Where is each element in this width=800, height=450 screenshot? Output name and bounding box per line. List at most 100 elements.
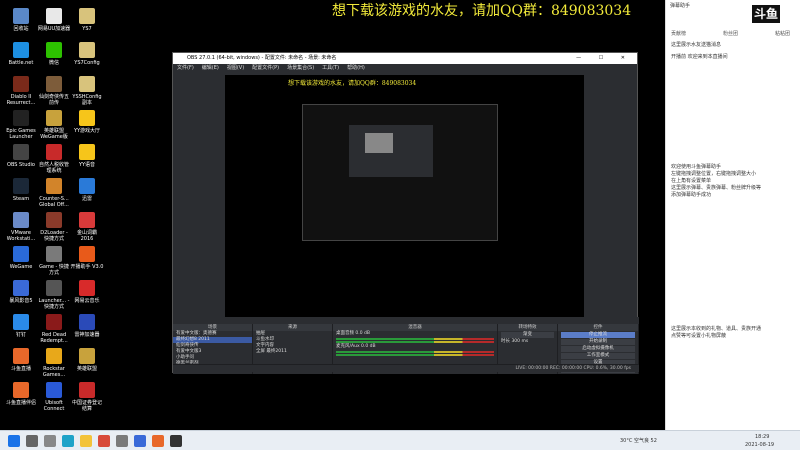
desktop-icon[interactable]: YS7 (70, 8, 104, 32)
desktop-icon[interactable]: 开播助手 V3.0 (70, 246, 104, 270)
desktop-icon[interactable]: YSSHConfig 副本 (70, 76, 104, 106)
desktop-icon[interactable]: 英雄联盟 (70, 348, 104, 372)
duration-label: 时长 (501, 339, 510, 344)
chat-tab[interactable]: 粘粘团 (775, 30, 790, 37)
desktop-icon[interactable]: YY语音 (70, 144, 104, 168)
app-icon (79, 8, 95, 24)
desktop-icon[interactable]: 自然人税收管理系统 (37, 144, 71, 174)
sources-title: 来源 (253, 324, 332, 331)
desktop-icon[interactable]: Game - 快捷方式 (37, 246, 71, 276)
search-icon[interactable] (26, 435, 38, 447)
control-button[interactable]: 停止推流 (561, 332, 635, 338)
desktop-icon-label: Rockstar Games... (42, 366, 66, 378)
app2-icon[interactable] (134, 435, 146, 447)
desktop-icon[interactable]: VMware Workstati... (4, 212, 38, 242)
desktop-icon[interactable]: Red Dead Redempt... (37, 314, 71, 344)
desktop-icon-label: OBS Studio (7, 162, 35, 168)
desktop-icon[interactable]: 微信 (37, 42, 71, 66)
desktop-icon[interactable]: 回收站 (4, 8, 38, 32)
desktop-icon-label: 微信 (48, 60, 59, 66)
desktop-icon[interactable]: YS7Config (70, 42, 104, 66)
desktop-icon[interactable]: Battle.net (4, 42, 38, 66)
volume-meter (336, 338, 494, 340)
obs-titlebar[interactable]: OBS 27.0.1 (64-bit, windows) - 配置文件: 未命名… (173, 53, 637, 64)
source-item[interactable]: 全屏 最终2011 (253, 349, 332, 355)
menu-item[interactable]: 工具(T) (322, 65, 339, 71)
clock-date[interactable]: 2021-08-19 (745, 442, 774, 448)
desktop-icon[interactable]: 英雄联盟 WeGame版 (37, 110, 71, 140)
app-icon (79, 178, 95, 194)
app-icon (13, 314, 29, 330)
app-icon (46, 314, 62, 330)
menu-item[interactable]: 配置文件(P) (252, 65, 279, 71)
control-button[interactable]: 工作室模式 (561, 353, 635, 359)
volume-meter (336, 351, 494, 353)
edge-icon[interactable] (62, 435, 74, 447)
app-icon (13, 348, 29, 364)
desktop-icon[interactable]: Epic Games Launcher (4, 110, 38, 140)
desktop-icon[interactable]: 网易云音乐 (70, 280, 104, 304)
desktop-icon[interactable]: 斗鱼直播 (4, 348, 38, 372)
clock-time[interactable]: 18:29 (755, 434, 769, 440)
menu-item[interactable]: 视图(V) (227, 65, 244, 71)
desktop-icon-label: Ubisoft Connect (43, 400, 65, 412)
chat-tab[interactable]: 贡献榜 (671, 30, 686, 37)
desktop-icon-label: 斗鱼直播 (10, 366, 31, 372)
desktop-icon[interactable]: 网易UU加速器 (37, 8, 71, 32)
desktop-icon[interactable]: OBS Studio (4, 144, 38, 168)
menu-item[interactable]: 文件(F) (177, 65, 194, 71)
weather[interactable]: 30°C 空气良 52 (620, 437, 657, 444)
explorer-icon[interactable] (80, 435, 92, 447)
windows-taskbar: 30°C 空气良 52 18:29 2021-08-19 (0, 430, 800, 450)
desktop-icon[interactable]: D2Loader - 快捷方式 (37, 212, 71, 242)
desktop-icon-label: YY语音 (78, 162, 96, 168)
desktop-icon[interactable]: Launcher... - 快捷方式 (37, 280, 71, 310)
app-icon (46, 178, 62, 194)
duration-value: 300 ms (511, 339, 529, 344)
desktop-icon[interactable]: Ubisoft Connect (37, 382, 71, 412)
app3-icon[interactable] (152, 435, 164, 447)
danmu-panel: 弹幕助手 斗鱼 贡献榜 粉丝团 粘粘团 这里展示水友送猫消息 开播前 欢迎来到本直播间… (665, 0, 800, 430)
obs-window: OBS 27.0.1 (64-bit, windows) - 配置文件: 未命名… (172, 52, 639, 374)
start-icon[interactable] (8, 435, 20, 447)
chat-message: 添加弹幕助手成功 (671, 192, 712, 198)
menu-item[interactable]: 场景集合(S) (287, 65, 314, 71)
desktop-icon-label: 暴风影音5 (9, 298, 33, 304)
desktop-icon[interactable]: Diablo II Resurrect... (4, 76, 38, 106)
desktop-icon[interactable]: 钉钉 (4, 314, 38, 338)
chat-message: 左键拖拽调整位置，右键拖拽调整大小 (671, 171, 757, 177)
desktop-icon[interactable]: Counter-S... Global Off... (37, 178, 71, 208)
desktop-icon[interactable]: Steam (4, 178, 38, 202)
desktop-icon[interactable]: 仙剑奇侠传五前传 (37, 76, 71, 106)
obs-menubar: 文件(F) 编辑(E) 视图(V) 配置文件(P) 场景集合(S) 工具(T) 帮助(H) (173, 64, 637, 73)
transition-select[interactable]: 渐变 (501, 332, 554, 338)
duration-row[interactable]: 时长 300 ms (498, 339, 557, 345)
desktop-icon[interactable]: 斗鱼直播伴侣 (4, 382, 38, 406)
desktop-icon-label: YS7 (82, 26, 92, 32)
control-button[interactable]: 启动虚拟摄像机 (561, 346, 635, 352)
desktop-icon[interactable]: 雷神加速器 (70, 314, 104, 338)
chrome-icon[interactable] (98, 435, 110, 447)
task-view-icon[interactable] (44, 435, 56, 447)
chat-message: 在上角有设置菜单 (671, 178, 712, 184)
app-icon (79, 348, 95, 364)
desktop-icon-label: Launcher... - 快捷方式 (38, 298, 70, 310)
desktop-icon[interactable]: WeGame (4, 246, 38, 270)
menu-item[interactable]: 编辑(E) (202, 65, 219, 71)
window-controls[interactable]: — ☐ ✕ (576, 53, 633, 64)
control-button[interactable]: 开始录制 (561, 339, 635, 345)
chat-tab[interactable]: 粉丝团 (723, 30, 738, 37)
desktop-icon[interactable]: 金山词霸 2016 (70, 212, 104, 242)
desktop-icon[interactable]: 中国证券登记结算 (70, 382, 104, 412)
desktop-icon[interactable]: YY游戏大厅 (70, 110, 104, 134)
obs-icon[interactable] (170, 435, 182, 447)
obs-preview[interactable]: 想下载该游戏的水友，请加QQ群：849083034 (225, 75, 634, 346)
douyu-logo: 斗鱼 (752, 5, 780, 23)
app1-icon[interactable] (116, 435, 128, 447)
desktop-icon[interactable]: 迅雷 (70, 178, 104, 202)
desktop-icon-label: Red Dead Redempt... (40, 332, 68, 344)
mixer-title: 混音器 (333, 324, 497, 331)
menu-item[interactable]: 帮助(H) (347, 65, 365, 71)
desktop-icon[interactable]: 暴风影音5 (4, 280, 38, 304)
desktop-icon[interactable]: Rockstar Games... (37, 348, 71, 378)
